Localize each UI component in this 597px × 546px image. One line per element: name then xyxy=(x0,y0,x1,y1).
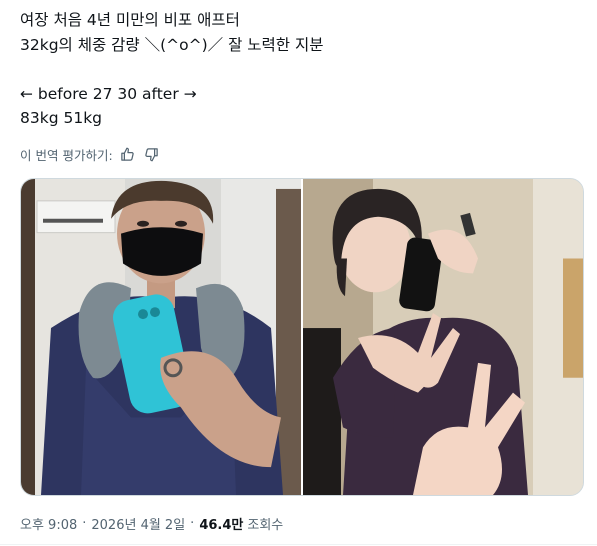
view-count-label: 조회수 xyxy=(247,517,284,533)
tweet-text-line xyxy=(20,57,580,82)
thumbs-up-icon[interactable] xyxy=(119,145,137,163)
tweet-text-line: 83kg 51kg xyxy=(20,109,103,127)
tweet-date[interactable]: 2026년 4월 2일 xyxy=(91,514,185,533)
separator: · xyxy=(82,515,87,531)
tweet-text-line: 여장 처음 4년 미만의 비포 애프터 xyxy=(20,11,240,29)
after-photo[interactable] xyxy=(303,179,583,495)
divider xyxy=(0,544,597,545)
before-photo-image xyxy=(21,179,301,495)
tweet-text-line: 32kg의 체중 감량 ＼(^o^)／ 잘 노력한 지분 xyxy=(20,35,324,54)
tweet: 여장 처음 4년 미만의 비포 애프터 32kg의 체중 감량 ＼(^o^)／ … xyxy=(0,0,597,546)
thumbs-down-icon[interactable] xyxy=(143,145,161,163)
before-photo[interactable] xyxy=(21,179,301,495)
separator: · xyxy=(190,515,195,531)
translation-rating: 이 번역 평가하기: xyxy=(20,144,161,164)
tweet-time[interactable]: 오후 9:08 xyxy=(20,514,77,533)
tweet-text-line: ← before 27 30 after → xyxy=(20,84,197,103)
tweet-text: 여장 처음 4년 미만의 비포 애프터 32kg의 체중 감량 ＼(^o^)／ … xyxy=(20,8,580,131)
translation-rating-label: 이 번역 평가하기: xyxy=(20,147,113,163)
media-grid xyxy=(20,178,584,496)
after-photo-image xyxy=(303,179,583,495)
view-count: 46.4만 xyxy=(199,517,244,533)
tweet-meta: 오후 9:08 · 2026년 4월 2일 · 46.4만 조회수 xyxy=(20,513,283,533)
